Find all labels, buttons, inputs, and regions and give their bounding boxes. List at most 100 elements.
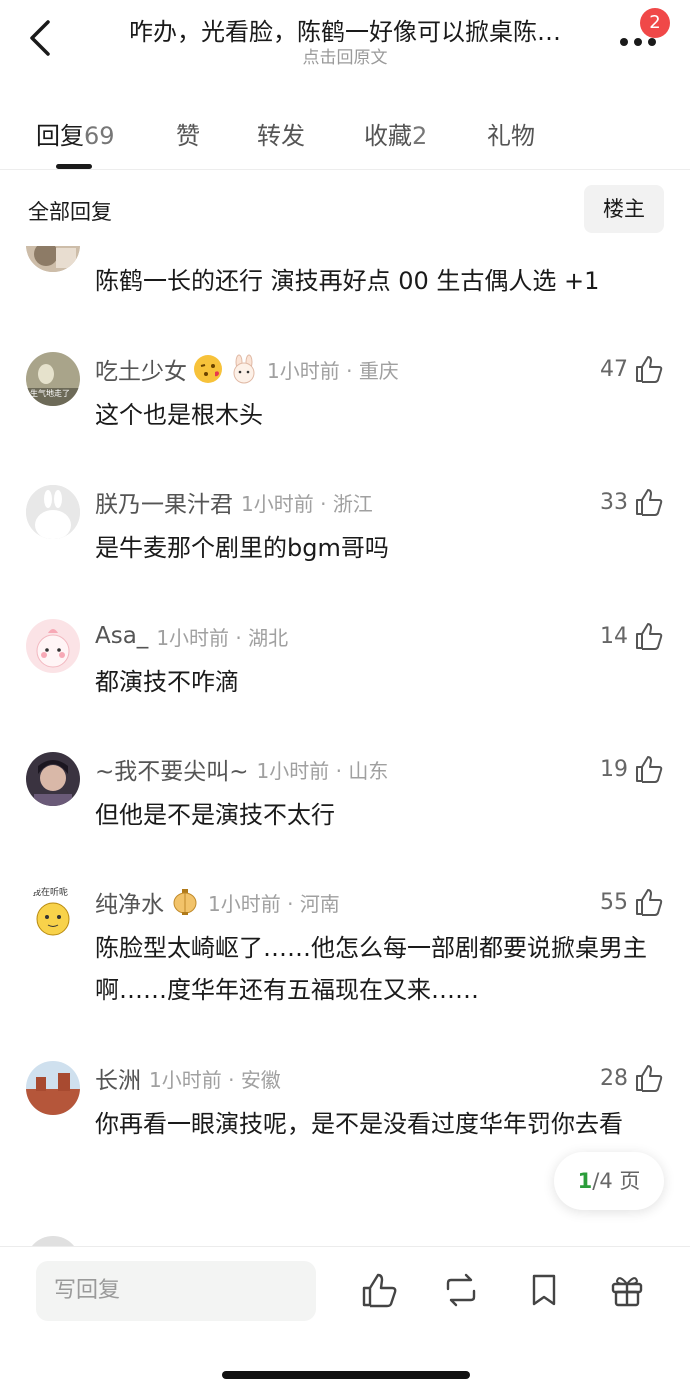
avatar[interactable] xyxy=(26,1061,80,1115)
comment-list: 陈鹤一长的还行 演技再好点 00 生古偶人选 +1 生气地走了 吃土少女 1小时… xyxy=(0,246,690,1246)
like-count: 19 xyxy=(600,756,628,782)
time-text: 1小时前 xyxy=(267,358,340,383)
username[interactable]: 吃土少女 xyxy=(95,352,187,386)
avatar-caption: 我在听呢 xyxy=(32,888,69,898)
post-title[interactable]: 咋办，光看脸，陈鹤一好像可以掀桌陈… xyxy=(100,12,590,47)
avatar-caption: 生气地走了 xyxy=(30,389,70,398)
tab-likes[interactable]: 赞 xyxy=(176,116,200,151)
tab-gifts-label: 礼物 xyxy=(487,122,535,150)
tab-replies[interactable]: 回复69 xyxy=(36,116,115,151)
avatar[interactable]: 生气地走了 xyxy=(26,352,80,406)
like-button[interactable]: 33 xyxy=(600,485,664,519)
tab-gifts[interactable]: 礼物 xyxy=(487,116,535,151)
tab-bar: 回复69 赞 转发 收藏2 礼物 xyxy=(0,108,690,170)
tab-reposts-label: 转发 xyxy=(257,122,305,150)
like-button[interactable]: 28 xyxy=(600,1061,664,1095)
kiss-face-icon xyxy=(194,355,222,383)
time-text: 1小时前 xyxy=(241,491,314,516)
comment-time: 1小时前 · 山东 xyxy=(256,758,389,783)
avatar[interactable] xyxy=(26,752,80,806)
comment-text: 但他是不是演技不太行 xyxy=(95,801,335,829)
gift-icon[interactable] xyxy=(608,1271,646,1309)
comment-text: 这个也是根木头 xyxy=(95,401,263,429)
comment-time: 1小时前 · 浙江 xyxy=(241,491,373,516)
avatar[interactable] xyxy=(26,246,80,272)
username[interactable]: 长洲 xyxy=(95,1061,141,1095)
like-count: 28 xyxy=(600,1065,628,1091)
bookmark-icon[interactable] xyxy=(525,1271,563,1309)
reply-input[interactable]: 写回复 xyxy=(36,1261,316,1321)
top-bar: 咋办，光看脸，陈鹤一好像可以掀桌陈… 点击回原文 2 xyxy=(0,0,690,80)
location-text: 安徽 xyxy=(240,1067,281,1092)
notification-badge: 2 xyxy=(640,8,670,38)
username[interactable]: ~我不要尖叫~ xyxy=(95,752,249,786)
thumbs-up-icon xyxy=(636,623,663,650)
time-text: 1小时前 xyxy=(208,891,281,916)
comment-meta: ~我不要尖叫~ 1小时前 · 山东 xyxy=(95,752,388,786)
comment-text: 你再看一眼演技呢，是不是没看过度华年罚你去看 xyxy=(95,1110,623,1138)
comment-meta: 朕乃一果汁君 1小时前 · 浙江 xyxy=(95,485,373,519)
comment-time: 1小时前 · 河南 xyxy=(208,891,340,916)
time-text: 1小时前 xyxy=(256,758,330,783)
thumbs-up-icon xyxy=(636,489,663,516)
username[interactable]: 纯净水 xyxy=(95,885,164,919)
tab-favorites[interactable]: 收藏2 xyxy=(364,116,427,151)
tab-likes-label: 赞 xyxy=(176,122,200,150)
comment-text: 都演技不咋滴 xyxy=(95,668,239,696)
avatar[interactable] xyxy=(26,485,80,539)
location-text: 山东 xyxy=(348,758,389,783)
avatar[interactable] xyxy=(26,619,80,673)
like-button[interactable]: 14 xyxy=(600,619,664,653)
tab-favorites-label: 收藏 xyxy=(364,122,412,150)
tab-replies-count: 69 xyxy=(84,122,115,150)
bottom-bar: 写回复 xyxy=(0,1246,690,1392)
comment-time: 1小时前 · 重庆 xyxy=(267,358,399,383)
location-text: 河南 xyxy=(299,891,340,916)
like-icon[interactable] xyxy=(360,1271,398,1309)
page-indicator[interactable]: 1/4 页 xyxy=(554,1152,664,1210)
avatar[interactable]: 我在听呢 xyxy=(26,885,80,939)
filter-label[interactable]: 全部回复 xyxy=(28,196,112,226)
owner-only-button[interactable]: 楼主 xyxy=(584,185,664,233)
like-count: 14 xyxy=(600,623,628,649)
tab-reposts[interactable]: 转发 xyxy=(257,116,305,151)
home-indicator xyxy=(222,1371,470,1379)
back-to-original-link[interactable]: 点击回原文 xyxy=(100,43,590,68)
like-button[interactable]: 47 xyxy=(600,352,664,386)
avatar[interactable] xyxy=(26,1236,80,1246)
repost-icon[interactable] xyxy=(442,1271,480,1309)
like-button[interactable]: 55 xyxy=(600,885,664,919)
lantern-icon xyxy=(173,889,197,915)
comment-meta: 长洲 1小时前 · 安徽 xyxy=(95,1061,281,1095)
like-count: 55 xyxy=(600,889,628,915)
comment-meta: 纯净水 1小时前 · 河南 xyxy=(95,885,340,919)
rabbit-icon xyxy=(233,354,255,384)
comment-text: 陈脸型太崎岖了……他怎么每一部剧都要说掀桌男主啊……度华年还有五福现在又来…… xyxy=(95,934,647,1004)
tab-active-indicator xyxy=(56,164,92,169)
thumbs-up-icon xyxy=(636,889,663,916)
location-text: 浙江 xyxy=(332,491,373,516)
tab-favorites-count: 2 xyxy=(412,122,428,150)
comment-meta: Asa_ 1小时前 · 湖北 xyxy=(95,619,288,653)
time-text: 1小时前 xyxy=(149,1067,222,1092)
chevron-left-icon[interactable] xyxy=(22,16,58,60)
like-button[interactable]: 19 xyxy=(600,752,664,786)
comment-text: 是牛麦那个剧里的bgm哥吗 xyxy=(95,534,389,562)
like-count: 47 xyxy=(600,356,628,382)
location-text: 重庆 xyxy=(358,358,399,383)
comment-time: 1小时前 · 安徽 xyxy=(149,1067,281,1092)
username[interactable]: 朕乃一果汁君 xyxy=(95,485,233,519)
time-text: 1小时前 xyxy=(156,625,230,650)
comment-time: 1小时前 · 湖北 xyxy=(156,625,289,650)
current-page: 1 xyxy=(577,1169,593,1193)
thumbs-up-icon xyxy=(636,756,663,783)
location-text: 湖北 xyxy=(248,625,289,650)
comment-meta: 吃土少女 1小时前 · 重庆 xyxy=(95,352,399,386)
like-count: 33 xyxy=(600,489,628,515)
comment-text: 陈鹤一长的还行 演技再好点 00 生古偶人选 +1 xyxy=(95,267,600,295)
page-total: /4 页 xyxy=(592,1169,641,1193)
thumbs-up-icon xyxy=(636,356,663,383)
username[interactable]: Asa_ xyxy=(95,623,148,649)
tab-replies-label: 回复 xyxy=(36,122,84,150)
thumbs-up-icon xyxy=(636,1065,663,1092)
